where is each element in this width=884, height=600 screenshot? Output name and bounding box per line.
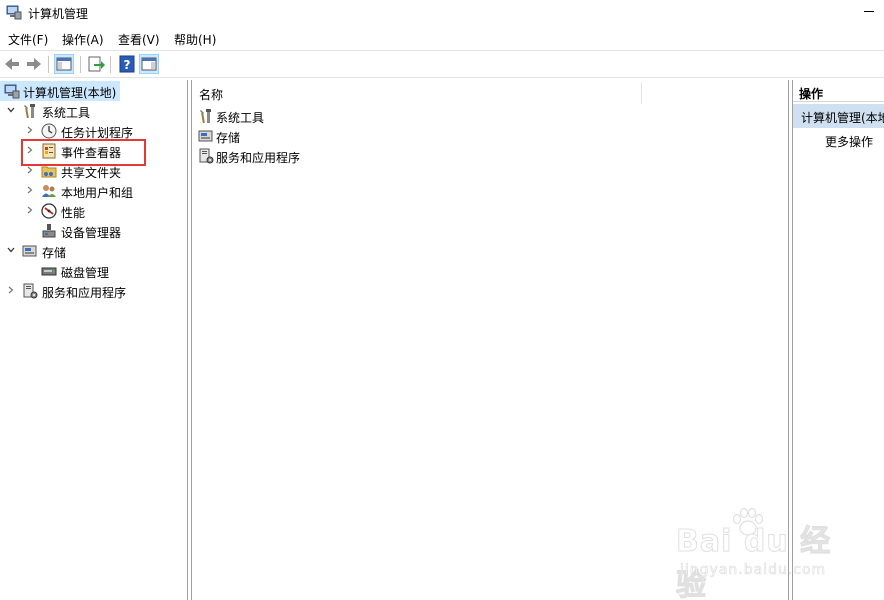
menu-view[interactable]: 查看(V) — [118, 31, 160, 48]
chevron-right-icon[interactable] — [26, 206, 34, 214]
menu-action[interactable]: 操作(A) — [62, 31, 104, 48]
chevron-down-icon[interactable] — [7, 246, 15, 254]
tree-item-disk-management[interactable]: 磁盘管理 — [0, 261, 140, 281]
window-title: 计算机管理 — [28, 7, 89, 21]
chevron-down-icon[interactable] — [7, 106, 15, 114]
title-bar: 计算机管理 — [0, 0, 884, 26]
toolbar: ? — [0, 50, 884, 78]
tree-item-storage[interactable]: 存储 — [0, 241, 120, 261]
more-actions-link[interactable]: 更多操作 — [825, 133, 873, 150]
tree-item-performance[interactable]: 性能 — [0, 201, 120, 221]
tree-item-system-tools[interactable]: 系统工具 — [0, 101, 120, 121]
tree-item-device-manager[interactable]: 设备管理器 — [0, 221, 140, 241]
tools-icon — [24, 104, 35, 119]
storage-icon — [198, 130, 213, 142]
chevron-right-icon[interactable] — [26, 126, 34, 134]
performance-icon — [41, 203, 57, 219]
toolbar-separator — [80, 56, 81, 73]
actions-header: 操作 — [793, 80, 884, 102]
console-tree-icon — [56, 57, 72, 71]
disk-icon — [41, 267, 57, 276]
show-hide-action-pane-button[interactable] — [139, 54, 159, 74]
tree-item-local-users-groups[interactable]: 本地用户和组 — [0, 181, 150, 201]
chevron-right-icon[interactable] — [7, 286, 15, 294]
clock-icon — [41, 123, 57, 139]
actions-selected-item[interactable]: 计算机管理(本地) — [793, 104, 884, 128]
toolbar-separator — [110, 56, 111, 73]
column-divider[interactable] — [641, 82, 642, 104]
tools-icon — [200, 109, 211, 124]
forward-arrow-icon[interactable] — [24, 54, 44, 74]
computer-management-icon — [4, 84, 20, 99]
tree-item-task-scheduler[interactable]: 任务计划程序 — [0, 121, 140, 141]
svg-text:?: ? — [124, 58, 131, 72]
action-pane-icon — [141, 57, 157, 71]
column-header-name[interactable]: 名称 — [192, 80, 642, 104]
users-icon — [42, 185, 56, 197]
tree-item-computer-management[interactable]: 计算机管理(本地) — [0, 81, 120, 101]
tree-item-services-applications[interactable]: 服务和应用程序 — [0, 281, 150, 301]
minimize-button[interactable] — [858, 1, 880, 21]
computer-management-icon — [6, 5, 22, 20]
services-icon — [23, 283, 38, 299]
show-hide-console-tree-button[interactable] — [54, 54, 74, 74]
services-icon — [199, 148, 214, 164]
export-list-icon[interactable] — [86, 54, 106, 74]
storage-icon — [22, 245, 37, 257]
help-icon[interactable]: ? — [117, 54, 137, 74]
watermark-brand: Bai du 经验 — [676, 524, 832, 600]
menu-bar: 文件(F) 操作(A) 查看(V) 帮助(H) — [0, 28, 884, 48]
watermark-url: jingyan.baidu.com — [680, 562, 827, 579]
chevron-right-icon[interactable] — [26, 166, 34, 174]
back-arrow-icon[interactable] — [2, 54, 22, 74]
device-manager-icon — [42, 224, 56, 238]
menu-file[interactable]: 文件(F) — [8, 31, 48, 48]
chevron-right-icon[interactable] — [26, 186, 34, 194]
highlight-annotation-box — [21, 139, 146, 166]
toolbar-separator — [48, 56, 49, 73]
menu-help[interactable]: 帮助(H) — [174, 31, 216, 48]
baidu-jingyan-watermark: Bai du 经验 jingyan.baidu.com — [676, 508, 846, 600]
